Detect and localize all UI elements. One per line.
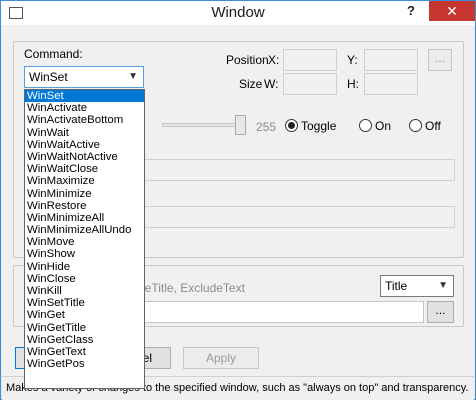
dropdown-item[interactable]: WinWaitActive <box>25 139 144 151</box>
transparency-slider-thumb[interactable] <box>235 115 246 135</box>
size-w-input[interactable] <box>283 73 337 95</box>
title-mode-value: Title <box>385 279 408 293</box>
dropdown-item[interactable]: WinMinimize <box>25 188 144 200</box>
dropdown-item[interactable]: WinRestore <box>25 200 144 212</box>
position-x-label: X: <box>268 53 280 67</box>
toggle-label: Toggle <box>301 119 337 133</box>
dropdown-item[interactable]: WinGetClass <box>25 334 144 346</box>
dropdown-item[interactable]: WinActivate <box>25 102 144 114</box>
dropdown-item-winset[interactable]: WinSet <box>25 90 144 103</box>
window-title-browse-button[interactable]: ... <box>427 301 454 323</box>
size-h-input[interactable] <box>364 73 418 95</box>
off-label: Off <box>425 119 441 133</box>
dropdown-item[interactable]: WinWait <box>25 127 144 139</box>
on-radio[interactable] <box>359 119 372 132</box>
dropdown-item[interactable]: WinSetTitle <box>25 297 144 309</box>
command-selected-value: WinSet <box>29 70 68 84</box>
help-button[interactable]: ? <box>403 3 419 21</box>
off-radio[interactable] <box>409 119 422 132</box>
title-mode-select[interactable]: Title ▼ <box>380 275 454 297</box>
apply-button[interactable]: Apply <box>183 347 259 369</box>
command-select[interactable]: WinSet ▼ <box>24 66 144 88</box>
command-label: Command: <box>24 47 83 61</box>
dropdown-item[interactable]: WinMinimizeAllUndo <box>25 224 144 236</box>
close-icon: ✕ <box>446 3 458 19</box>
size-label: Size <box>239 77 263 91</box>
window-title-hint: leTitle, ExcludeText <box>142 281 245 295</box>
parameter-input-1[interactable] <box>143 159 455 181</box>
position-y-label: Y: <box>347 53 358 67</box>
dropdown-item[interactable]: WinGetTitle <box>25 322 144 334</box>
dropdown-item[interactable]: WinMinimizeAll <box>25 212 144 224</box>
chevron-down-icon: ▼ <box>128 71 138 82</box>
dropdown-item[interactable]: WinClose <box>25 273 144 285</box>
dropdown-item[interactable]: WinKill <box>25 285 144 297</box>
title-bar: Window ? ✕ <box>1 1 475 25</box>
dropdown-item[interactable]: WinGetText <box>25 346 144 358</box>
chevron-down-icon: ▼ <box>438 280 448 291</box>
close-button[interactable]: ✕ <box>429 1 475 21</box>
window-title-input[interactable] <box>143 301 424 323</box>
position-browse-button[interactable]: ... <box>428 49 452 71</box>
position-label: Position <box>226 53 269 67</box>
dropdown-item[interactable]: WinGet <box>25 309 144 321</box>
toggle-radio[interactable] <box>285 119 298 132</box>
transparency-slider-track[interactable] <box>162 123 246 127</box>
parameter-input-2[interactable] <box>143 206 455 228</box>
dropdown-item[interactable]: WinShow <box>25 248 144 260</box>
window-dialog: Window ? ✕ Command: WinSet ▼ Position X:… <box>0 0 476 400</box>
command-dropdown-list[interactable]: WinSet WinActivate WinActivateBottom Win… <box>24 89 145 389</box>
size-w-label: W: <box>264 77 279 91</box>
dropdown-item[interactable]: WinGetPos <box>25 358 144 370</box>
dropdown-item[interactable]: WinMaximize <box>25 175 144 187</box>
size-h-label: H: <box>347 77 359 91</box>
transparency-value: 255 <box>256 120 277 134</box>
position-x-input[interactable] <box>283 49 337 71</box>
dropdown-item[interactable]: WinWaitClose <box>25 163 144 175</box>
dropdown-item[interactable]: WinWaitNotActive <box>25 151 144 163</box>
dropdown-item[interactable]: WinMove <box>25 236 144 248</box>
on-label: On <box>375 119 392 133</box>
dropdown-item[interactable]: WinHide <box>25 261 144 273</box>
dropdown-item[interactable]: WinActivateBottom <box>25 114 144 126</box>
position-y-input[interactable] <box>364 49 418 71</box>
